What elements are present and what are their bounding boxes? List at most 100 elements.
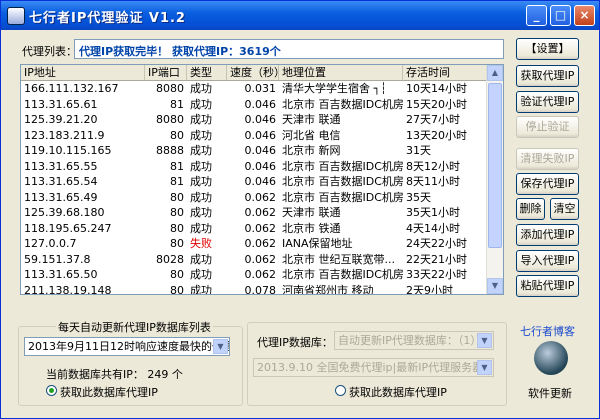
cell-location: 北京市 新网 (282, 144, 341, 157)
proxy-table[interactable]: IP地址 IP端口 类型 速度（秒） 地理位置 存活时间 166.111.132… (20, 64, 504, 295)
table-rows: 166.111.132.167 8080 成功 0.031 清华大学学生宿舍 ┐┆ 10天… (21, 81, 487, 295)
cell-location: 北京市 世纪互联宽带... (282, 252, 395, 266)
close-button[interactable]: × (574, 5, 595, 26)
stop-verify-button[interactable]: 停止验证 (516, 116, 579, 138)
verify-proxy-button[interactable]: 验证代理IP (516, 91, 579, 113)
database-date-select[interactable]: 2013年9月11日12时响应速度最快的代理IP ▼ (24, 337, 230, 356)
table-row[interactable]: 113.31.65.49 80 成功 0.062 北京市 百吉数据IDC机房 35天 (21, 190, 487, 206)
auto-db-radio[interactable] (46, 385, 57, 396)
column-header-uptime[interactable]: 存活时间 (403, 65, 487, 80)
cell-type: 成功 (190, 97, 212, 111)
table-row[interactable]: 127.0.0.7 80 失败 0.062 IANA保留地址 24天22小时 (21, 236, 487, 252)
cell-ip: 113.31.65.54 (24, 175, 98, 188)
scroll-up-icon[interactable]: ▲ (487, 65, 503, 81)
cell-location: 北京市 百吉数据IDC机房 (282, 97, 403, 111)
minimize-button[interactable]: _ (526, 5, 547, 26)
cell-port: 8080 (156, 82, 184, 95)
paste-proxy-button[interactable]: 粘贴代理IP (516, 275, 579, 297)
chevron-down-icon[interactable]: ▼ (477, 333, 492, 348)
add-proxy-button[interactable]: 添加代理IP (516, 224, 579, 246)
proxy-db-radio[interactable] (335, 385, 346, 396)
cell-port: 80 (170, 237, 184, 250)
table-row[interactable]: 59.151.37.8 8028 成功 0.062 北京市 世纪互联宽带... 22天21… (21, 252, 487, 268)
proxy-db-list-select[interactable]: 2013.9.10 全国免费代理ip|最新IP代理服务器 ▼ (253, 358, 494, 377)
cell-type: 成功 (190, 159, 212, 173)
cell-port: 8080 (156, 113, 184, 126)
scroll-thumb[interactable] (488, 83, 502, 248)
table-row[interactable]: 119.10.115.165 8888 成功 0.046 北京市 新网 31天 (21, 143, 487, 159)
cell-port: 80 (170, 221, 184, 235)
table-header: IP地址 IP端口 类型 速度（秒） 地理位置 存活时间 (21, 65, 487, 81)
cell-port: 81 (170, 159, 184, 173)
column-header-location[interactable]: 地理位置 (279, 65, 403, 80)
proxy-db-select[interactable]: 自动更新IP代理数据库：（1） ▼ (334, 331, 494, 350)
table-row[interactable]: 125.39.21.20 8080 成功 0.046 天津市 联通 27天7小时 (21, 112, 487, 128)
cell-speed: 0.062 (244, 221, 277, 235)
cell-location: 北京市 铁通 (282, 221, 341, 235)
fetch-proxy-button[interactable]: 获取代理IP (516, 65, 579, 87)
table-row[interactable]: 113.31.65.55 81 成功 0.046 北京市 百吉数据IDC机房 8天12小时 (21, 159, 487, 175)
cell-ip: 113.31.65.61 (24, 97, 98, 111)
cell-speed: 0.062 (244, 252, 277, 266)
cell-uptime: 10天14小时 (406, 82, 467, 95)
status-message: 代理IP获取完毕！ 获取代理IP：3619个 (74, 39, 504, 59)
table-row[interactable]: 113.31.65.61 81 成功 0.046 北京市 百吉数据IDC机房 15天20小… (21, 97, 487, 113)
globe-logo-icon[interactable] (534, 341, 568, 375)
cell-speed: 0.046 (244, 159, 277, 173)
chevron-down-icon[interactable]: ▼ (477, 360, 492, 375)
blog-link[interactable]: 七行者博客 (520, 323, 575, 339)
cell-speed: 0.046 (244, 175, 277, 188)
cell-location: 天津市 联通 (282, 113, 341, 126)
cell-location: 北京市 百吉数据IDC机房 (282, 159, 403, 173)
cell-type: 失败 (190, 237, 212, 250)
cell-type: 成功 (190, 190, 212, 204)
clear-failed-button[interactable]: 清理失败IP (516, 148, 579, 170)
save-proxy-button[interactable]: 保存代理IP (516, 173, 579, 195)
cell-uptime: 22天21小时 (406, 252, 467, 266)
maximize-button[interactable]: □ (550, 5, 571, 26)
app-icon (7, 7, 25, 25)
table-row[interactable]: 118.195.65.247 80 成功 0.062 北京市 铁通 4天14小时 (21, 221, 487, 237)
cell-ip: 119.10.115.165 (24, 144, 112, 157)
cell-type: 成功 (190, 128, 212, 142)
column-header-port[interactable]: IP端口 (145, 65, 187, 80)
cell-port: 81 (170, 97, 184, 111)
table-row[interactable]: 113.31.65.50 80 成功 0.062 北京市 百吉数据IDC机房 33天22小… (21, 267, 487, 283)
table-scrollbar[interactable]: ▲ ▼ (486, 65, 503, 294)
import-proxy-button[interactable]: 导入代理IP (516, 250, 579, 272)
cell-location: 北京市 百吉数据IDC机房 (282, 190, 403, 204)
chevron-down-icon[interactable]: ▼ (213, 339, 228, 354)
cell-type: 成功 (190, 252, 212, 266)
table-row[interactable]: 211.138.19.148 80 成功 0.078 河南省郑州市 移动 2天9小时 (21, 283, 487, 295)
cell-uptime: 8天11小时 (406, 175, 460, 188)
auto-update-title: 每天自动更新代理IP数据库列表 (56, 319, 213, 335)
table-row[interactable]: 125.39.68.180 80 成功 0.062 天津市 联通 35天1小时 (21, 205, 487, 221)
clear-button[interactable]: 清空 (550, 198, 579, 220)
cell-port: 8028 (156, 252, 184, 266)
cell-speed: 0.062 (244, 237, 277, 250)
table-row[interactable]: 123.183.211.9 80 成功 0.046 河北省 电信 13天20小时 (21, 128, 487, 144)
cell-uptime: 33天22小时 (406, 268, 467, 281)
title-bar[interactable]: 七行者IP代理验证 V1.2 _ □ × (1, 1, 599, 30)
cell-uptime: 4天14小时 (406, 221, 460, 235)
column-header-speed[interactable]: 速度（秒） (227, 65, 279, 80)
table-row[interactable]: 166.111.132.167 8080 成功 0.031 清华大学学生宿舍 ┐┆ 10天… (21, 81, 487, 97)
column-header-type[interactable]: 类型 (187, 65, 227, 80)
cell-port: 80 (170, 128, 184, 142)
settings-button[interactable]: 【设置】 (516, 38, 579, 60)
column-header-ip[interactable]: IP地址 (21, 65, 145, 80)
cell-location: 天津市 联通 (282, 206, 341, 219)
table-row[interactable]: 113.31.65.54 81 成功 0.046 北京市 百吉数据IDC机房 8天11小时 (21, 174, 487, 190)
cell-location: IANA保留地址 (282, 237, 353, 250)
cell-type: 成功 (190, 113, 212, 126)
auto-db-radio-label[interactable]: 获取此数据库代理IP (60, 384, 158, 400)
cell-uptime: 35天 (406, 190, 431, 204)
delete-button[interactable]: 删除 (516, 198, 545, 220)
cell-ip: 211.138.19.148 (24, 283, 112, 295)
scroll-down-icon[interactable]: ▼ (487, 278, 503, 294)
cell-ip: 59.151.37.8 (24, 252, 91, 266)
cell-uptime: 24天22小时 (406, 237, 467, 250)
software-update-link[interactable]: 软件更新 (528, 385, 572, 401)
cell-ip: 113.31.65.55 (24, 159, 98, 173)
proxy-db-radio-label[interactable]: 获取此数据库代理IP (349, 384, 447, 400)
